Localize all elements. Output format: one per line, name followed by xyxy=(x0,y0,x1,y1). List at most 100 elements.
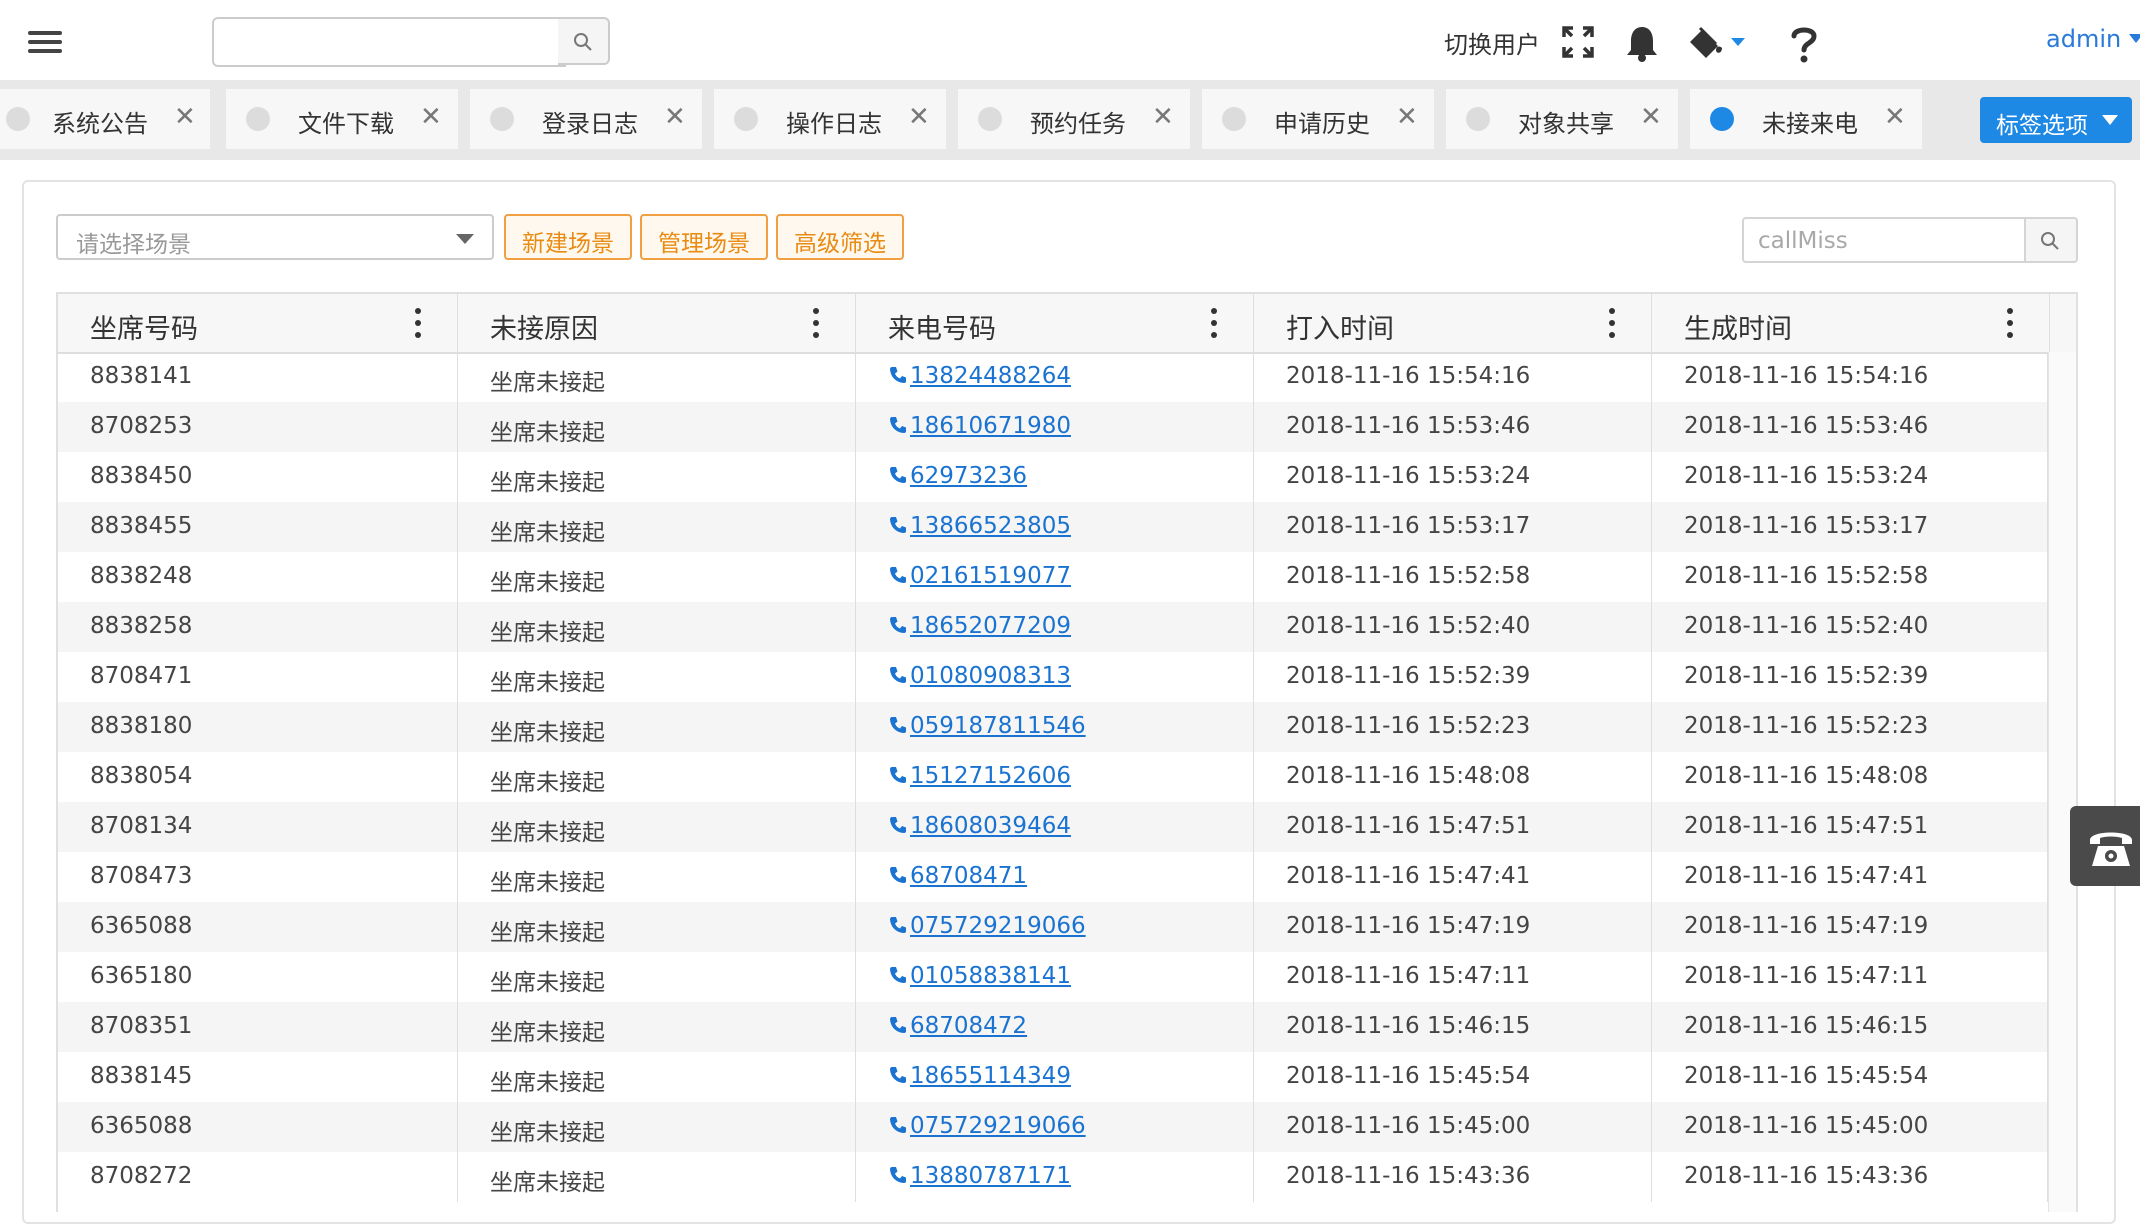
tab-scheduled-tasks[interactable]: 预约任务 ✕ xyxy=(958,89,1190,149)
table-row[interactable]: 8708253 坐席未接起 18610671980 2018-11-16 15:53:… xyxy=(58,402,2048,452)
table-row[interactable]: 8708272 坐席未接起 13880787171 2018-11-16 15:43:… xyxy=(58,1152,2048,1202)
caller-number[interactable]: 15127152606 xyxy=(910,763,1071,789)
table-row[interactable]: 8708471 坐席未接起 01080908313 2018-11-16 15:52:… xyxy=(58,652,2048,702)
caller-number[interactable]: 18610671980 xyxy=(910,413,1071,439)
close-icon[interactable]: ✕ xyxy=(908,102,930,132)
cell-caller-number[interactable]: 15127152606 xyxy=(856,752,1254,802)
column-menu-icon[interactable] xyxy=(813,308,819,338)
table-row[interactable]: 6365088 坐席未接起 075729219066 2018-11-16 15:47… xyxy=(58,902,2048,952)
table-row[interactable]: 8838145 坐席未接起 18655114349 2018-11-16 15:45:… xyxy=(58,1052,2048,1102)
cell-caller-number[interactable]: 68708471 xyxy=(856,852,1254,902)
table-row[interactable]: 6365088 坐席未接起 075729219066 2018-11-16 15:45… xyxy=(58,1102,2048,1152)
cell-caller-number[interactable]: 13824488264 xyxy=(856,352,1254,402)
table-row[interactable]: 8838450 坐席未接起 62973236 2018-11-16 15:53:24 2… xyxy=(58,452,2048,502)
caller-number-link[interactable]: 02161519077 xyxy=(888,563,1071,589)
global-search-button[interactable] xyxy=(558,17,610,65)
close-icon[interactable]: ✕ xyxy=(664,102,686,132)
column-menu-icon[interactable] xyxy=(2007,308,2013,338)
cell-caller-number[interactable]: 075729219066 xyxy=(856,902,1254,952)
caller-number-link[interactable]: 01058838141 xyxy=(888,963,1071,989)
caller-number-link[interactable]: 059187811546 xyxy=(888,713,1086,739)
menu-icon[interactable] xyxy=(26,27,66,57)
cell-caller-number[interactable]: 18655114349 xyxy=(856,1052,1254,1102)
column-header-caller-number[interactable]: 来电号码 xyxy=(856,294,1254,352)
cell-caller-number[interactable]: 075729219066 xyxy=(856,1102,1254,1152)
caller-number-link[interactable]: 62973236 xyxy=(888,463,1027,489)
tab-login-log[interactable]: 登录日志 ✕ xyxy=(470,89,702,149)
cell-caller-number[interactable]: 13866523805 xyxy=(856,502,1254,552)
close-icon[interactable]: ✕ xyxy=(1884,102,1906,132)
global-search-input[interactable] xyxy=(212,17,566,67)
table-row[interactable]: 8838248 坐席未接起 02161519077 2018-11-16 15:52:… xyxy=(58,552,2048,602)
table-row[interactable]: 8708473 坐席未接起 68708471 2018-11-16 15:47:41 2… xyxy=(58,852,2048,902)
table-row[interactable]: 8838180 坐席未接起 059187811546 2018-11-16 15:52… xyxy=(58,702,2048,752)
caller-number-link[interactable]: 075729219066 xyxy=(888,913,1086,939)
caller-number-link[interactable]: 68708471 xyxy=(888,863,1027,889)
caller-number-link[interactable]: 13880787171 xyxy=(888,1163,1071,1189)
caller-number[interactable]: 68708471 xyxy=(910,863,1027,889)
caller-number[interactable]: 62973236 xyxy=(910,463,1027,489)
caller-number-link[interactable]: 18610671980 xyxy=(888,413,1071,439)
close-icon[interactable]: ✕ xyxy=(420,102,442,132)
close-icon[interactable]: ✕ xyxy=(1152,102,1174,132)
caller-number[interactable]: 059187811546 xyxy=(910,713,1086,739)
column-menu-icon[interactable] xyxy=(1211,308,1217,338)
caller-number-link[interactable]: 13824488264 xyxy=(888,363,1071,389)
close-icon[interactable]: ✕ xyxy=(1396,102,1418,132)
cell-caller-number[interactable]: 18610671980 xyxy=(856,402,1254,452)
column-header-agent-number[interactable]: 坐席号码 xyxy=(58,294,458,352)
tab-object-sharing[interactable]: 对象共享 ✕ xyxy=(1446,89,1678,149)
cell-caller-number[interactable]: 62973236 xyxy=(856,452,1254,502)
column-header-call-time[interactable]: 打入时间 xyxy=(1254,294,1652,352)
cell-caller-number[interactable]: 68708472 xyxy=(856,1002,1254,1052)
column-menu-icon[interactable] xyxy=(415,308,421,338)
caller-number[interactable]: 18608039464 xyxy=(910,813,1071,839)
softphone-toggle[interactable] xyxy=(2070,806,2140,886)
caller-number-link[interactable]: 075729219066 xyxy=(888,1113,1086,1139)
cell-caller-number[interactable]: 13880787171 xyxy=(856,1152,1254,1202)
cell-caller-number[interactable]: 059187811546 xyxy=(856,702,1254,752)
scene-select[interactable]: 请选择场景 xyxy=(56,214,494,260)
cell-caller-number[interactable]: 02161519077 xyxy=(856,552,1254,602)
caller-number[interactable]: 13866523805 xyxy=(910,513,1071,539)
table-row[interactable]: 8838141 坐席未接起 13824488264 2018-11-16 15:54:… xyxy=(58,352,2048,402)
caller-number[interactable]: 13880787171 xyxy=(910,1163,1071,1189)
caller-number-link[interactable]: 15127152606 xyxy=(888,763,1071,789)
table-search-input[interactable]: callMiss xyxy=(1742,217,2026,263)
table-row[interactable]: 8708134 坐席未接起 18608039464 2018-11-16 15:47:… xyxy=(58,802,2048,852)
user-menu[interactable]: admin xyxy=(2046,25,2140,53)
advanced-filter-button[interactable]: 高级筛选 xyxy=(776,214,904,260)
cell-caller-number[interactable]: 18608039464 xyxy=(856,802,1254,852)
table-row[interactable]: 8838258 坐席未接起 18652077209 2018-11-16 15:52:… xyxy=(58,602,2048,652)
caller-number[interactable]: 075729219066 xyxy=(910,1113,1086,1139)
caller-number[interactable]: 01080908313 xyxy=(910,663,1071,689)
switch-user-button[interactable]: 切换用户 xyxy=(1444,25,1540,60)
table-row[interactable]: 8838455 坐席未接起 13866523805 2018-11-16 15:53:… xyxy=(58,502,2048,552)
close-icon[interactable]: ✕ xyxy=(174,102,196,132)
caller-number[interactable]: 13824488264 xyxy=(910,363,1071,389)
caller-number-link[interactable]: 01080908313 xyxy=(888,663,1071,689)
tab-file-download[interactable]: 文件下载 ✕ xyxy=(226,89,458,149)
table-row[interactable]: 8838054 坐席未接起 15127152606 2018-11-16 15:48:… xyxy=(58,752,2048,802)
table-scrollbar[interactable] xyxy=(2048,352,2076,1212)
caller-number[interactable]: 02161519077 xyxy=(910,563,1071,589)
caller-number[interactable]: 18655114349 xyxy=(910,1063,1071,1089)
bell-icon[interactable] xyxy=(1624,24,1664,64)
caller-number[interactable]: 68708472 xyxy=(910,1013,1027,1039)
column-header-miss-reason[interactable]: 未接原因 xyxy=(458,294,856,352)
fullscreen-icon[interactable] xyxy=(1560,24,1600,64)
paint-bucket-icon[interactable] xyxy=(1686,24,1756,64)
caller-number-link[interactable]: 18655114349 xyxy=(888,1063,1071,1089)
new-scene-button[interactable]: 新建场景 xyxy=(504,214,632,260)
close-icon[interactable]: ✕ xyxy=(1640,102,1662,132)
tab-system-notice[interactable]: 系统公告 ✕ xyxy=(0,89,210,149)
column-menu-icon[interactable] xyxy=(1609,308,1615,338)
table-row[interactable]: 6365180 坐席未接起 01058838141 2018-11-16 15:47:… xyxy=(58,952,2048,1002)
tab-options-dropdown[interactable]: 标签选项 xyxy=(1980,97,2132,143)
cell-caller-number[interactable]: 01080908313 xyxy=(856,652,1254,702)
caller-number-link[interactable]: 18608039464 xyxy=(888,813,1071,839)
caller-number-link[interactable]: 13866523805 xyxy=(888,513,1071,539)
tab-missed-calls[interactable]: 未接来电 ✕ xyxy=(1690,89,1922,149)
tab-operation-log[interactable]: 操作日志 ✕ xyxy=(714,89,946,149)
table-row[interactable]: 8708351 坐席未接起 68708472 2018-11-16 15:46:15 2… xyxy=(58,1002,2048,1052)
